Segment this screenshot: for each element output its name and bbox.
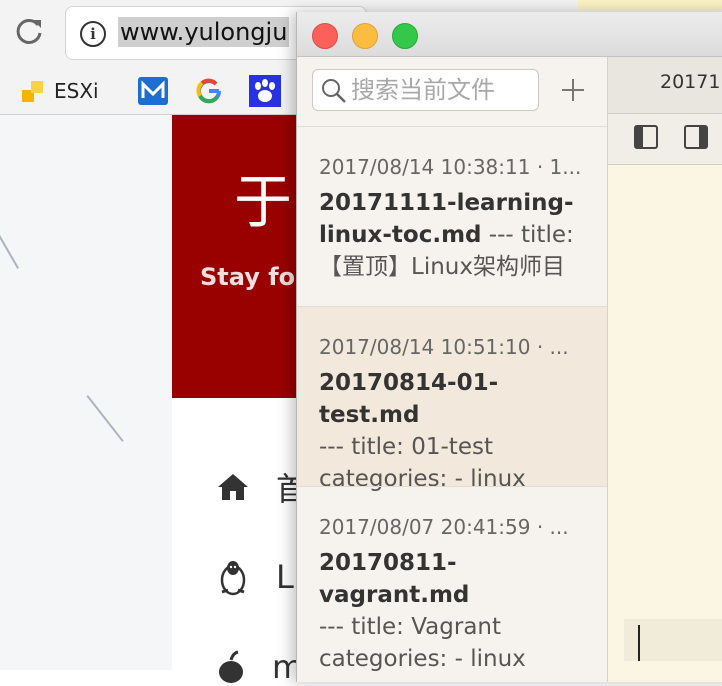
site-nav: 首 Li m <box>172 398 308 686</box>
notification-strip <box>578 0 722 10</box>
baidu-paw-icon <box>249 75 281 107</box>
decor-line <box>0 235 19 269</box>
zoom-button[interactable] <box>392 23 418 49</box>
home-icon <box>218 474 248 500</box>
file-body: 20170811-vagrant.md --- title: Vagrant ca… <box>319 547 589 675</box>
file-body: 20171111-learning-linux-toc.md --- title… <box>319 187 589 283</box>
google-icon <box>196 78 222 104</box>
bookmark-label: ESXi <box>54 79 99 103</box>
close-button[interactable] <box>312 23 338 49</box>
tab-title[interactable]: 201711 <box>660 71 722 93</box>
file-preview: --- title: Vagrant categories: - linux <box>319 614 526 672</box>
esxi-icon <box>22 81 43 102</box>
search-box[interactable] <box>312 69 539 111</box>
toggle-preview-icon[interactable] <box>683 124 709 150</box>
bookmark-esxi[interactable]: ESXi <box>20 74 99 108</box>
nav-item-linux[interactable]: Li <box>216 558 303 596</box>
nav-item-apple[interactable]: m <box>216 648 303 686</box>
search-icon <box>322 79 346 103</box>
file-name: 20170811-vagrant.md <box>319 550 470 608</box>
site-banner: 于 Stay fool <box>172 115 300 398</box>
toggle-sidebar-icon[interactable] <box>633 124 659 150</box>
file-meta: 2017/08/07 20:41:59 · ... <box>319 515 569 539</box>
file-body: 20170814-01-test.md --- title: 01-test ca… <box>319 367 589 495</box>
bookmark-baidu[interactable] <box>248 74 282 108</box>
editor-area[interactable] <box>608 165 722 682</box>
file-list-item[interactable]: 2017/08/07 20:41:59 · ... 20170811-vagra… <box>297 486 607 672</box>
site-title: 于 <box>234 168 293 236</box>
m-logo-icon <box>138 77 168 105</box>
text-caret <box>638 625 640 661</box>
reload-icon[interactable] <box>14 16 44 46</box>
file-list-item-selected[interactable]: 2017/08/14 10:51:10 · ... 20170814-01-te… <box>297 306 607 492</box>
linux-penguin-icon <box>220 561 246 596</box>
file-list-item[interactable]: 2017/08/14 10:38:11 · 1... 20171111-lear… <box>297 126 607 306</box>
file-meta: 2017/08/14 10:38:11 · 1... <box>319 155 582 179</box>
editor-toolbar <box>608 114 722 165</box>
file-sidebar: 2017/08/14 10:38:11 · 1... 20171111-lear… <box>297 57 608 682</box>
site-subtitle: Stay fool <box>200 263 300 291</box>
add-file-button[interactable] <box>560 77 586 103</box>
editor-tabbar: 201711 <box>608 57 722 114</box>
bookmark-google[interactable] <box>195 74 223 108</box>
bookmark-m[interactable] <box>137 74 169 108</box>
file-list: 2017/08/14 10:38:11 · 1... 20171111-lear… <box>297 126 607 672</box>
page-background <box>0 115 172 670</box>
app-window: 2017/08/14 10:38:11 · 1... 20171111-lear… <box>296 12 722 682</box>
minimize-button[interactable] <box>352 23 378 49</box>
file-meta: 2017/08/14 10:51:10 · ... <box>319 335 569 359</box>
current-line <box>624 619 722 661</box>
file-name: 20170814-01-test.md <box>319 370 499 428</box>
nav-item-home[interactable]: 首 <box>216 464 308 510</box>
search-input[interactable] <box>351 70 531 110</box>
window-titlebar[interactable] <box>297 12 722 57</box>
url-text[interactable]: www.yulongju <box>118 17 290 47</box>
decor-line <box>86 395 124 442</box>
apple-icon <box>219 650 243 683</box>
info-icon[interactable]: i <box>80 21 106 47</box>
